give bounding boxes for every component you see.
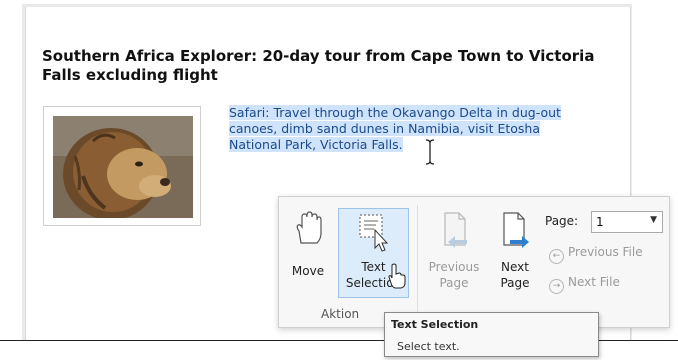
tooltip: Text Selection Select text.: [384, 312, 599, 357]
group-separator: [417, 205, 418, 317]
previous-page-label-line1: Previous: [428, 260, 480, 274]
page-select-value: 1: [596, 215, 604, 229]
action-group-label: Aktion: [321, 307, 360, 321]
lion-image: [53, 116, 193, 218]
previous-page-icon: [444, 212, 467, 248]
ibeam-cursor-icon: [425, 139, 435, 165]
arrow-right-circle-icon: →: [549, 279, 564, 294]
next-page-button[interactable]: Next Page: [490, 211, 540, 303]
move-button[interactable]: Move: [285, 209, 331, 295]
previous-file-button[interactable]: ← Previous File: [549, 245, 643, 264]
page-label: Page:: [545, 214, 579, 228]
page-select[interactable]: 1 ▼: [591, 211, 663, 233]
description-line: canoes, dimb sand dunes in Namibia, visi…: [229, 121, 541, 136]
tooltip-body: Select text.: [397, 340, 460, 353]
chevron-down-icon: ▼: [650, 215, 657, 225]
ribbon-panel: Move Text Selection Aktion Previous Page: [278, 196, 670, 328]
arrow-left-circle-icon: ←: [549, 249, 564, 264]
next-file-label: Next File: [568, 275, 620, 289]
tooltip-title: Text Selection: [391, 318, 479, 331]
previous-page-label-line2: Page: [439, 276, 469, 290]
description-line: National Park, Victoria Falls.: [229, 137, 403, 152]
previous-file-label: Previous File: [568, 245, 643, 259]
move-label: Move: [291, 264, 325, 278]
lion-photo: [53, 116, 193, 218]
text-selection-icon: [359, 214, 388, 252]
hand-icon: [296, 211, 322, 244]
document-title: Southern Africa Explorer: 20-day tour fr…: [42, 47, 595, 84]
next-page-icon: [503, 212, 529, 248]
next-file-button[interactable]: → Next File: [549, 275, 620, 294]
next-page-label-line1: Next: [501, 260, 529, 274]
mouse-pointer-icon: [388, 263, 406, 289]
selected-description[interactable]: Safari: Travel through the Okavango Delt…: [229, 105, 609, 153]
next-page-label-line2: Page: [500, 276, 530, 290]
description-line: Safari: Travel through the Okavango Delt…: [229, 105, 561, 120]
lion-photo-frame: [43, 106, 201, 226]
previous-page-button[interactable]: Previous Page: [422, 211, 486, 303]
